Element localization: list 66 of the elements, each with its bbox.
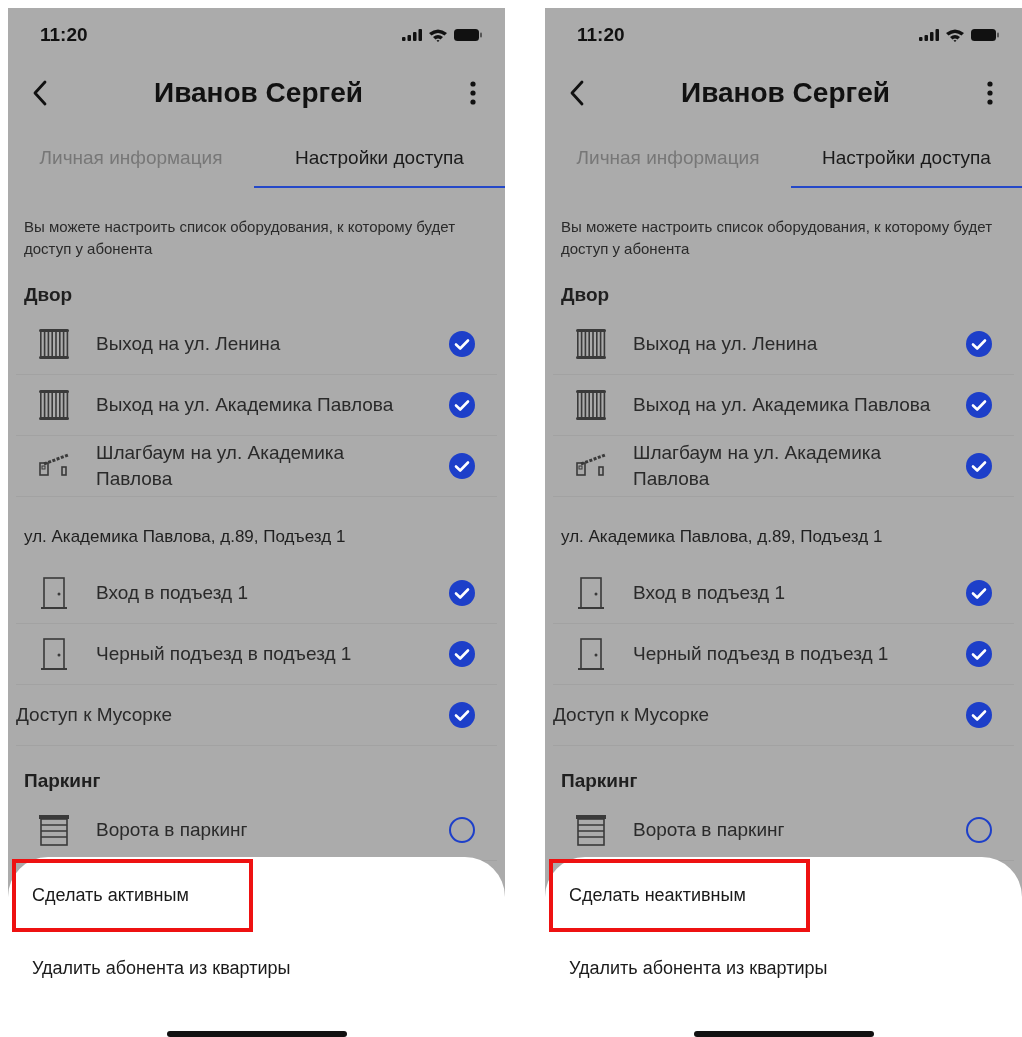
checkbox[interactable]	[966, 392, 992, 418]
screen-title: Иванов Сергей	[681, 77, 890, 109]
checkbox[interactable]	[966, 453, 992, 479]
checkbox[interactable]	[449, 580, 475, 606]
signal-icon	[401, 28, 423, 42]
description-text: Вы можете настроить список оборудования, к которому будет доступ у абонента	[24, 217, 457, 259]
checkbox[interactable]	[449, 331, 475, 357]
signal-icon	[918, 28, 940, 42]
checkbox[interactable]	[449, 817, 475, 843]
device-label: Черный подъезд в подъезд 1	[633, 642, 890, 666]
device-label: Вход в подъезд 1	[96, 581, 249, 605]
fence-icon	[575, 327, 607, 361]
device-label: Выход на ул. Академика Павлова	[633, 393, 932, 417]
checkbox[interactable]	[449, 702, 475, 728]
menu-action[interactable]: Сделать активным	[12, 859, 253, 932]
device-label: Выход на ул. Ленина	[633, 332, 819, 356]
door-icon	[575, 576, 607, 610]
section-heading: ул. Академика Павлова, д.89, Подъезд 1	[560, 526, 884, 548]
menu-action[interactable]: Удалить абонента из квартиры	[12, 932, 311, 1005]
checkbox[interactable]	[966, 702, 992, 728]
section-heading: Двор	[560, 283, 611, 307]
checkbox[interactable]	[966, 641, 992, 667]
more-menu-icon	[986, 80, 994, 106]
device-label: Шлагбаум на ул. Академика Павлова	[633, 441, 883, 491]
back-icon	[32, 80, 48, 106]
status-time: 11:20	[577, 24, 625, 46]
device-label: Вход в подъезд 1	[633, 581, 786, 605]
door-icon	[575, 637, 607, 671]
section-heading: Двор	[23, 283, 74, 307]
device-label: Шлагбаум на ул. Академика Павлова	[96, 441, 346, 491]
garage-door-icon	[575, 813, 607, 847]
device-label: Доступ к Мусорке	[16, 703, 173, 727]
device-label: Доступ к Мусорке	[553, 703, 710, 727]
section-heading: Паркинг	[23, 769, 102, 793]
device-label: Ворота в паркинг	[96, 818, 249, 842]
device-label: Выход на ул. Ленина	[96, 332, 282, 356]
menu-action[interactable]: Удалить абонента из квартиры	[549, 932, 848, 1005]
fence-icon	[38, 388, 70, 422]
tab[interactable]: Настройки доступа	[254, 130, 505, 188]
device-label: Выход на ул. Академика Павлова	[96, 393, 395, 417]
tab[interactable]: Настройки доступа	[791, 130, 1022, 188]
garage-door-icon	[38, 813, 70, 847]
section-heading: Паркинг	[560, 769, 639, 793]
battery-icon	[970, 28, 1000, 42]
checkbox[interactable]	[449, 453, 475, 479]
screen-title: Иванов Сергей	[154, 77, 363, 109]
status-time: 11:20	[40, 24, 88, 46]
device-label: Черный подъезд в подъезд 1	[96, 642, 353, 666]
door-icon	[38, 576, 70, 610]
checkbox[interactable]	[966, 817, 992, 843]
device-label: Ворота в паркинг	[633, 818, 786, 842]
checkbox[interactable]	[966, 331, 992, 357]
checkbox[interactable]	[449, 641, 475, 667]
menu-action[interactable]: Сделать неактивным	[549, 859, 810, 932]
back-icon	[569, 80, 585, 106]
fence-icon	[575, 388, 607, 422]
wifi-icon	[428, 28, 448, 42]
battery-icon	[453, 28, 483, 42]
wifi-icon	[945, 28, 965, 42]
fence-icon	[38, 327, 70, 361]
section-heading: ул. Академика Павлова, д.89, Подъезд 1	[23, 526, 347, 548]
door-icon	[38, 637, 70, 671]
checkbox[interactable]	[966, 580, 992, 606]
checkbox[interactable]	[449, 392, 475, 418]
more-menu-icon	[469, 80, 477, 106]
description-text: Вы можете настроить список оборудования, к которому будет доступ у абонента	[561, 217, 994, 259]
